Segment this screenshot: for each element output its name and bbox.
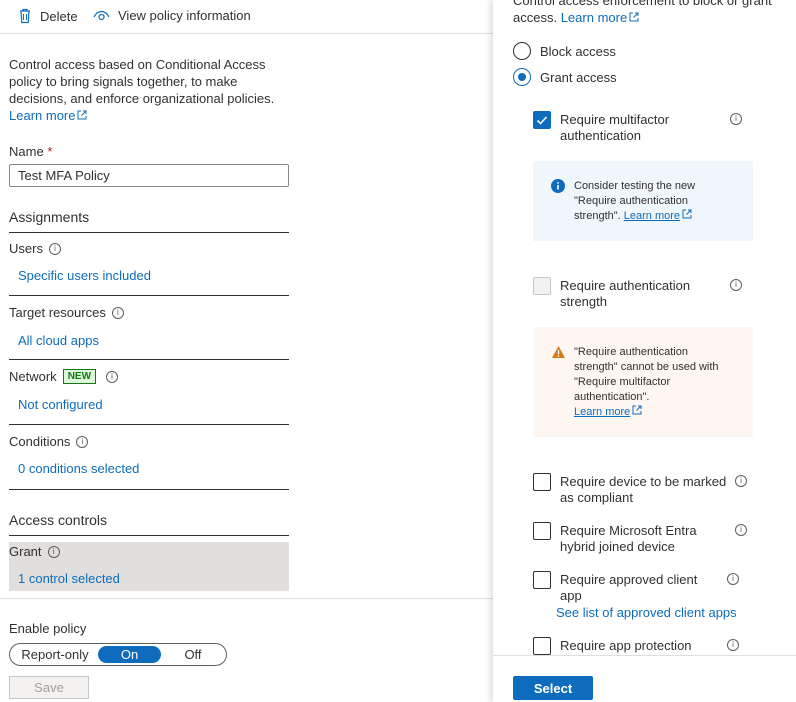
info-icon[interactable]: i [76, 435, 89, 448]
warning-learn-more-link[interactable]: Learn more [574, 405, 642, 418]
enable-policy-label: Enable policy [9, 621, 87, 636]
hybrid-joined-checkbox[interactable] [533, 522, 551, 540]
view-policy-label: View policy information [118, 8, 251, 23]
network-row-label: Network NEW i [9, 369, 119, 384]
external-link-icon [682, 209, 692, 219]
intro-description: Control access based on Conditional Acce… [9, 57, 275, 106]
required-marker: * [47, 144, 53, 159]
info-icon[interactable]: i [727, 639, 739, 651]
panel-learn-more-link[interactable]: Learn more [561, 10, 639, 25]
divider [9, 295, 289, 296]
auth-strength-checkbox[interactable] [533, 277, 551, 295]
info-icon[interactable]: i [735, 475, 747, 487]
target-resources-value-link[interactable]: All cloud apps [18, 333, 99, 348]
assignments-heading: Assignments [9, 209, 90, 225]
app-protection-checkbox[interactable] [533, 637, 551, 655]
grant-row-label: Grant i [9, 544, 60, 559]
grant-panel: Control access enforcement to block or g… [493, 0, 796, 702]
divider [493, 655, 796, 656]
compliant-device-checkbox[interactable] [533, 473, 551, 491]
info-icon[interactable]: i [735, 524, 747, 536]
info-icon[interactable]: i [48, 242, 61, 255]
grant-value-link[interactable]: 1 control selected [18, 571, 120, 586]
enable-policy-toggle: Report-only On Off [9, 643, 227, 666]
compliant-device-label: Require device to be marked as compliant [560, 474, 727, 505]
panel-description: Control access enforcement to block or g… [513, 0, 772, 25]
access-controls-heading: Access controls [9, 512, 108, 528]
info-icon[interactable]: i [730, 113, 742, 125]
info-icon[interactable]: i [106, 370, 119, 383]
hybrid-joined-label: Require Microsoft Entra hybrid joined de… [560, 523, 697, 554]
divider [9, 489, 289, 490]
external-link-icon [77, 110, 87, 120]
policy-editor: Delete View policy information Control a… [0, 0, 493, 702]
grant-row-selected[interactable]: Grant i 1 control selected [9, 542, 289, 591]
conditions-row-label: Conditions i [9, 434, 89, 449]
users-row-label: Users i [9, 241, 61, 256]
policy-name-input[interactable] [9, 164, 289, 187]
toggle-on[interactable]: On [98, 646, 161, 663]
intro-learn-more-link[interactable]: Learn more [9, 108, 87, 123]
target-resources-row-label: Target resources i [9, 305, 124, 320]
warning-icon [552, 346, 565, 358]
approved-client-app-checkbox[interactable] [533, 571, 551, 589]
app-protection-label: Require app protection [560, 638, 692, 653]
info-message-text: Consider testing the new "Require authen… [574, 180, 696, 222]
radio-circle-selected [513, 68, 531, 86]
conditions-value-link[interactable]: 0 conditions selected [18, 461, 139, 476]
divider [0, 598, 493, 599]
divider [9, 535, 289, 536]
info-filled-icon [551, 179, 565, 193]
users-value-link[interactable]: Specific users included [18, 268, 151, 283]
info-icon[interactable]: i [47, 545, 60, 558]
info-message-bar: Consider testing the new "Require authen… [533, 161, 753, 241]
block-access-label: Block access [540, 43, 616, 59]
checkmark-icon [536, 116, 548, 125]
toggle-report-only[interactable]: Report-only [12, 646, 98, 663]
toolbar: Delete View policy information [0, 0, 493, 34]
new-badge: NEW [62, 369, 97, 384]
divider [9, 232, 289, 233]
trash-icon [20, 8, 30, 24]
divider [9, 424, 289, 425]
block-access-radio[interactable]: Block access [513, 42, 616, 60]
toggle-off[interactable]: Off [163, 646, 223, 663]
eye-icon [93, 10, 110, 20]
save-button[interactable]: Save [9, 676, 89, 699]
view-policy-information-button[interactable]: View policy information [93, 8, 251, 23]
external-link-icon [629, 12, 639, 22]
name-label: Name * [9, 144, 53, 159]
info-icon[interactable]: i [727, 573, 739, 585]
auth-strength-label: Require authentication strength [560, 278, 691, 309]
approved-client-app-label: Require approved client app [560, 572, 698, 603]
info-icon[interactable]: i [730, 279, 742, 291]
warning-message-text: "Require authentication strength" cannot… [574, 346, 719, 418]
grant-access-label: Grant access [540, 69, 617, 85]
info-icon[interactable]: i [111, 306, 124, 319]
select-button[interactable]: Select [513, 676, 593, 700]
info-learn-more-link[interactable]: Learn more [624, 209, 692, 222]
delete-label: Delete [40, 8, 78, 24]
intro-text: Control access based on Conditional Acce… [9, 56, 279, 124]
approved-client-apps-list-link[interactable]: See list of approved client apps [556, 605, 737, 620]
mfa-label: Require multifactor authentication [560, 112, 670, 143]
divider [9, 359, 289, 360]
network-value-link[interactable]: Not configured [18, 397, 103, 412]
delete-button[interactable]: Delete [18, 8, 78, 24]
warning-message-bar: "Require authentication strength" cannot… [533, 327, 753, 437]
external-link-icon [632, 405, 642, 415]
grant-access-radio[interactable]: Grant access [513, 68, 617, 86]
mfa-checkbox[interactable] [533, 111, 551, 129]
radio-circle [513, 42, 531, 60]
